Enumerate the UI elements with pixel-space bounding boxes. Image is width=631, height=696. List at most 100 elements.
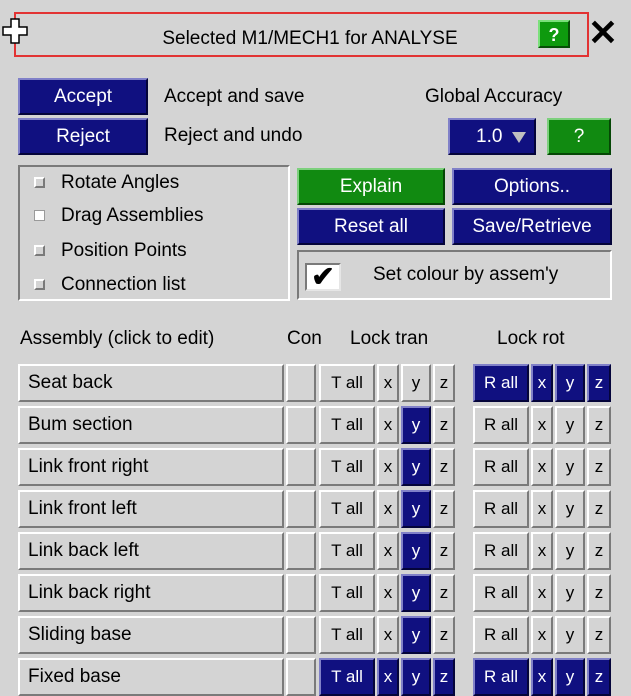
lock-tran-z-toggle[interactable]: z [433,406,455,444]
lock-rot-x-toggle[interactable]: x [531,574,553,612]
lock-rot-all-toggle[interactable]: R all [473,616,529,654]
save-retrieve-button[interactable]: Save/Retrieve [452,208,612,245]
lock-rot-y-toggle[interactable]: y [555,658,585,696]
lock-tran-x-toggle[interactable]: x [377,532,399,570]
lock-tran-x-toggle[interactable]: x [377,616,399,654]
lock-rot-y-toggle[interactable]: y [555,448,585,486]
lock-rot-y-toggle[interactable]: y [555,574,585,612]
reject-button[interactable]: Reject [18,118,148,155]
explain-button[interactable]: Explain [297,168,445,205]
lock-rot-z-toggle[interactable]: z [587,532,611,570]
options-button[interactable]: Options.. [452,168,612,205]
lock-tran-all-toggle[interactable]: T all [319,658,375,696]
lock-tran-all-toggle[interactable]: T all [319,490,375,528]
global-accuracy-select[interactable]: 1.0 [448,118,536,155]
lock-tran-y-toggle[interactable]: y [401,616,431,654]
lock-rot-z-toggle[interactable]: z [587,658,611,696]
lock-rot-y-toggle[interactable]: y [555,490,585,528]
lock-tran-z-toggle[interactable]: z [433,658,455,696]
lock-tran-x-toggle[interactable]: x [377,406,399,444]
title-help-button[interactable]: ? [538,20,570,48]
lock-rot-z-toggle[interactable]: z [587,574,611,612]
lock-tran-y-toggle[interactable]: y [401,490,431,528]
lock-rot-all-toggle[interactable]: R all [473,532,529,570]
lock-rot-z-toggle[interactable]: z [587,616,611,654]
con-cell[interactable] [286,574,316,612]
assembly-name-button[interactable]: Fixed base [18,658,284,696]
lock-rot-all-toggle[interactable]: R all [473,490,529,528]
move-handle-icon[interactable] [2,18,28,44]
con-cell[interactable] [286,448,316,486]
con-cell[interactable] [286,532,316,570]
lock-tran-all-toggle[interactable]: T all [319,364,375,402]
reset-all-button[interactable]: Reset all [297,208,445,245]
lock-rot-x-toggle[interactable]: x [531,406,553,444]
lock-rot-all-toggle[interactable]: R all [473,574,529,612]
lock-tran-x-toggle[interactable]: x [377,490,399,528]
lock-tran-y-toggle[interactable]: y [401,574,431,612]
lock-rot-x-toggle[interactable]: x [531,364,553,402]
con-cell[interactable] [286,616,316,654]
con-cell[interactable] [286,364,316,402]
assembly-name-button[interactable]: Seat back [18,364,284,402]
accuracy-help-button[interactable]: ? [547,118,611,155]
lock-tran-y-toggle[interactable]: y [401,364,431,402]
assembly-name-button[interactable]: Bum section [18,406,284,444]
con-cell[interactable] [286,658,316,696]
lock-rot-all-toggle[interactable]: R all [473,364,529,402]
lock-rot-x-toggle[interactable]: x [531,616,553,654]
lock-tran-y-toggle[interactable]: y [401,448,431,486]
option-position-points[interactable]: Position Points [34,240,187,262]
lock-rot-x-toggle[interactable]: x [531,490,553,528]
lock-rot-y-toggle[interactable]: y [555,532,585,570]
lock-rot-all-toggle[interactable]: R all [473,406,529,444]
assembly-name-button[interactable]: Link front left [18,490,284,528]
lock-rot-y-toggle[interactable]: y [555,616,585,654]
assembly-name-button[interactable]: Link front right [18,448,284,486]
lock-tran-z-toggle[interactable]: z [433,616,455,654]
lock-tran-all-toggle[interactable]: T all [319,448,375,486]
lock-rot-x-toggle[interactable]: x [531,532,553,570]
set-colour-checkbox[interactable]: ✔ [305,263,341,291]
global-accuracy-value: 1.0 [476,126,503,147]
lock-tran-x-toggle[interactable]: x [377,658,399,696]
con-cell[interactable] [286,490,316,528]
accept-button[interactable]: Accept [18,78,148,115]
lock-rot-y-toggle[interactable]: y [555,406,585,444]
lock-rot-all-toggle[interactable]: R all [473,658,529,696]
lock-tran-x-toggle[interactable]: x [377,574,399,612]
assembly-name-button[interactable]: Link back left [18,532,284,570]
lock-tran-all-toggle[interactable]: T all [319,616,375,654]
lock-rot-all-toggle[interactable]: R all [473,448,529,486]
lock-rot-z-toggle[interactable]: z [587,490,611,528]
option-rotate-angles[interactable]: Rotate Angles [34,172,179,194]
lock-rot-x-toggle[interactable]: x [531,658,553,696]
lock-tran-z-toggle[interactable]: z [433,490,455,528]
option-connection-list[interactable]: Connection list [34,274,186,296]
lock-tran-z-toggle[interactable]: z [433,532,455,570]
lock-tran-z-toggle[interactable]: z [433,364,455,402]
lock-tran-z-toggle[interactable]: z [433,574,455,612]
lock-rot-x-toggle[interactable]: x [531,448,553,486]
assembly-name-button[interactable]: Sliding base [18,616,284,654]
assembly-name-button[interactable]: Link back right [18,574,284,612]
con-cell[interactable] [286,406,316,444]
lock-tran-z-toggle[interactable]: z [433,448,455,486]
option-drag-assemblies[interactable]: Drag Assemblies [34,205,204,227]
radio-icon [34,177,45,189]
lock-tran-y-toggle[interactable]: y [401,406,431,444]
lock-tran-all-toggle[interactable]: T all [319,574,375,612]
lock-tran-x-toggle[interactable]: x [377,448,399,486]
close-icon[interactable]: ✕ [575,14,631,54]
lock-tran-y-toggle[interactable]: y [401,532,431,570]
set-colour-label: Set colour by assem'y [373,264,559,285]
lock-tran-x-toggle[interactable]: x [377,364,399,402]
lock-rot-z-toggle[interactable]: z [587,364,611,402]
lock-rot-z-toggle[interactable]: z [587,448,611,486]
lock-rot-z-toggle[interactable]: z [587,406,611,444]
lock-tran-y-toggle[interactable]: y [401,658,431,696]
lock-tran-all-toggle[interactable]: T all [319,406,375,444]
lock-rot-y-toggle[interactable]: y [555,364,585,402]
radio-icon [34,245,45,257]
lock-tran-all-toggle[interactable]: T all [319,532,375,570]
